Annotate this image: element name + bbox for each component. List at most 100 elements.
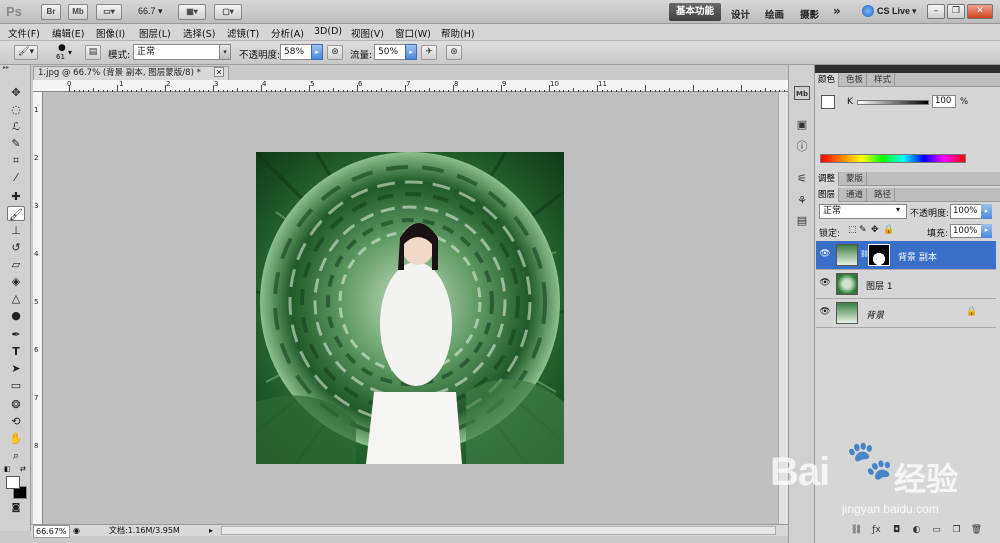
brush-panel-toggle-icon[interactable]: ▤ — [85, 45, 101, 60]
tab-masks[interactable]: 蒙版 — [843, 172, 868, 186]
adjustments-panel-icon[interactable]: ⚟ — [794, 172, 810, 186]
visibility-eye-icon[interactable]: 👁 — [819, 307, 831, 319]
shape-tool-icon[interactable]: ▭ — [7, 378, 25, 393]
opacity-slider-button[interactable]: ▸ — [311, 44, 323, 60]
bridge-button[interactable]: Br — [41, 4, 61, 20]
screen-mode-button[interactable]: ▢▾ — [214, 4, 242, 20]
layer-row-layer-1[interactable]: 👁 图层 1 — [816, 270, 996, 299]
mode-dropdown-icon[interactable]: ▾ — [219, 44, 231, 60]
menu-edit[interactable]: 编辑(E) — [52, 26, 84, 40]
minimize-button[interactable]: – — [927, 4, 945, 19]
status-info-icon[interactable]: ◉ — [73, 525, 80, 536]
type-tool-icon[interactable]: T — [7, 344, 25, 359]
lock-transparent-icon[interactable]: ⬚ — [848, 225, 857, 235]
zoom-dropdown-icon[interactable]: ▾ — [158, 6, 163, 17]
color-spectrum-ramp[interactable] — [820, 154, 966, 163]
blend-mode-dropdown-icon[interactable]: ▾ — [896, 205, 900, 214]
crop-tool-icon[interactable]: ⌗ — [7, 153, 25, 168]
menu-select[interactable]: 选择(S) — [183, 26, 215, 40]
visibility-eye-icon[interactable]: 👁 — [819, 278, 831, 290]
layer-fill-slider-button[interactable]: ▸ — [981, 224, 992, 238]
info-panel-icon[interactable]: ⓘ — [794, 140, 810, 154]
color-k-input[interactable]: 100 — [932, 95, 956, 108]
quick-mask-icon[interactable]: ◙ — [7, 501, 25, 516]
tablet-pressure-opacity-icon[interactable]: ⊛ — [327, 45, 343, 60]
menu-3d[interactable]: 3D(D) — [314, 26, 342, 37]
layer-row-background[interactable]: 👁 背景 🔒 — [816, 299, 996, 328]
lock-all-icon[interactable]: 🔒 — [883, 225, 894, 235]
status-menu-arrow-icon[interactable]: ▸ — [209, 525, 213, 536]
flow-input[interactable]: 50% — [374, 44, 406, 60]
lock-position-icon[interactable]: ✥ — [871, 225, 879, 235]
lasso-tool-icon[interactable]: ℒ — [7, 119, 25, 134]
dodge-tool-icon[interactable]: ● — [7, 308, 25, 323]
layer-thumbnail[interactable] — [836, 273, 858, 295]
arrange-documents-button[interactable]: ▦▾ — [178, 4, 206, 20]
tools-collapse-icon[interactable]: ▸▸ — [3, 65, 28, 71]
foreground-color-swatch[interactable] — [6, 476, 20, 489]
layer-opacity-slider-button[interactable]: ▸ — [981, 204, 992, 219]
clone-stamp-tool-icon[interactable]: ⊥ — [7, 223, 25, 238]
eraser-tool-icon[interactable]: ▱ — [7, 257, 25, 272]
flow-slider-button[interactable]: ▸ — [405, 44, 417, 60]
visibility-eye-icon[interactable]: 👁 — [819, 249, 831, 261]
restore-button[interactable]: ❐ — [947, 4, 965, 19]
tool-preset-picker[interactable]: 🖌▾ — [14, 45, 38, 60]
layers-panel-icon[interactable]: ▤ — [794, 214, 810, 228]
workspace-photography[interactable]: 摄影 — [800, 7, 819, 21]
workspace-design[interactable]: 设计 — [731, 7, 750, 21]
lock-image-icon[interactable]: ✎ — [859, 225, 867, 235]
tab-adjustments[interactable]: 调整 — [815, 172, 840, 186]
workspace-painting[interactable]: 绘画 — [765, 7, 784, 21]
cs-live-dropdown-icon[interactable]: ▾ — [912, 6, 917, 17]
mode-select[interactable]: 正常 — [133, 44, 231, 60]
swap-colors-icon[interactable]: ⇄ — [20, 465, 26, 473]
layer-fill-input[interactable]: 100% — [950, 224, 982, 238]
layer-thumbnail[interactable] — [836, 302, 858, 324]
panel-collapse-bar[interactable] — [815, 65, 1000, 73]
zoom-level-value[interactable]: 66.7 — [138, 6, 156, 16]
tab-styles[interactable]: 样式 — [871, 73, 896, 87]
cs-live-menu[interactable]: CS Live — [877, 6, 910, 16]
airbrush-icon[interactable]: ✈ — [421, 45, 437, 60]
layer-mask-thumbnail[interactable] — [868, 244, 890, 266]
layer-thumbnail[interactable] — [836, 244, 858, 266]
layer-blend-mode-select[interactable]: 正常 — [819, 204, 907, 219]
zoom-tool-icon[interactable]: ⌕ — [7, 448, 25, 463]
brush-picker-dropdown-icon[interactable]: ▾ — [68, 48, 72, 57]
history-brush-tool-icon[interactable]: ↺ — [7, 240, 25, 255]
3d-orbit-tool-icon[interactable]: ⟲ — [7, 414, 25, 429]
menu-layer[interactable]: 图层(L) — [139, 26, 171, 40]
paint-bucket-tool-icon[interactable]: ◈ — [7, 274, 25, 289]
clone-source-panel-icon[interactable]: ⚘ — [794, 194, 810, 208]
marquee-tool-icon[interactable]: ◌ — [7, 102, 25, 117]
menu-help[interactable]: 帮助(H) — [441, 26, 475, 40]
workspace-essentials[interactable]: 基本功能 — [669, 3, 721, 21]
layer-row-background-copy[interactable]: 👁 ⛓ 背景 副本 — [816, 241, 996, 270]
tab-color[interactable]: 颜色 — [815, 73, 840, 87]
mini-bridge-panel-icon[interactable]: Mb — [794, 86, 810, 100]
3d-rotate-tool-icon[interactable]: ❂ — [7, 397, 25, 412]
menu-image[interactable]: 图像(I) — [96, 26, 125, 40]
default-colors-icon[interactable]: ◧ — [4, 465, 11, 473]
document-tab[interactable]: 1.jpg @ 66.7% (背景 副本, 图层蒙版/8) * ✕ — [33, 66, 229, 80]
mini-bridge-button[interactable]: Mb — [68, 4, 88, 20]
layer-name[interactable]: 背景 副本 — [898, 250, 937, 263]
brush-tool-icon[interactable]: 🖌 — [7, 206, 25, 221]
eyedropper-tool-icon[interactable]: ⁄ — [7, 170, 25, 185]
tab-swatches[interactable]: 色板 — [843, 73, 868, 87]
brush-tip-icon[interactable]: ● — [58, 43, 66, 53]
quick-selection-tool-icon[interactable]: ✎ — [7, 136, 25, 151]
menu-filter[interactable]: 滤镜(T) — [227, 26, 259, 40]
menu-analysis[interactable]: 分析(A) — [271, 26, 304, 40]
color-k-slider[interactable] — [857, 100, 929, 105]
pen-tool-icon[interactable]: ✒ — [7, 327, 25, 342]
color-foreground-swatch[interactable] — [821, 95, 835, 109]
healing-brush-tool-icon[interactable]: ✚ — [7, 189, 25, 204]
menu-window[interactable]: 窗口(W) — [395, 26, 431, 40]
tab-channels[interactable]: 通道 — [843, 188, 868, 202]
navigator-panel-icon[interactable]: ▣ — [794, 118, 810, 132]
view-extras-button[interactable]: ▭▾ — [96, 4, 122, 20]
opacity-input[interactable]: 58% — [280, 44, 312, 60]
layer-name[interactable]: 背景 — [866, 308, 884, 321]
